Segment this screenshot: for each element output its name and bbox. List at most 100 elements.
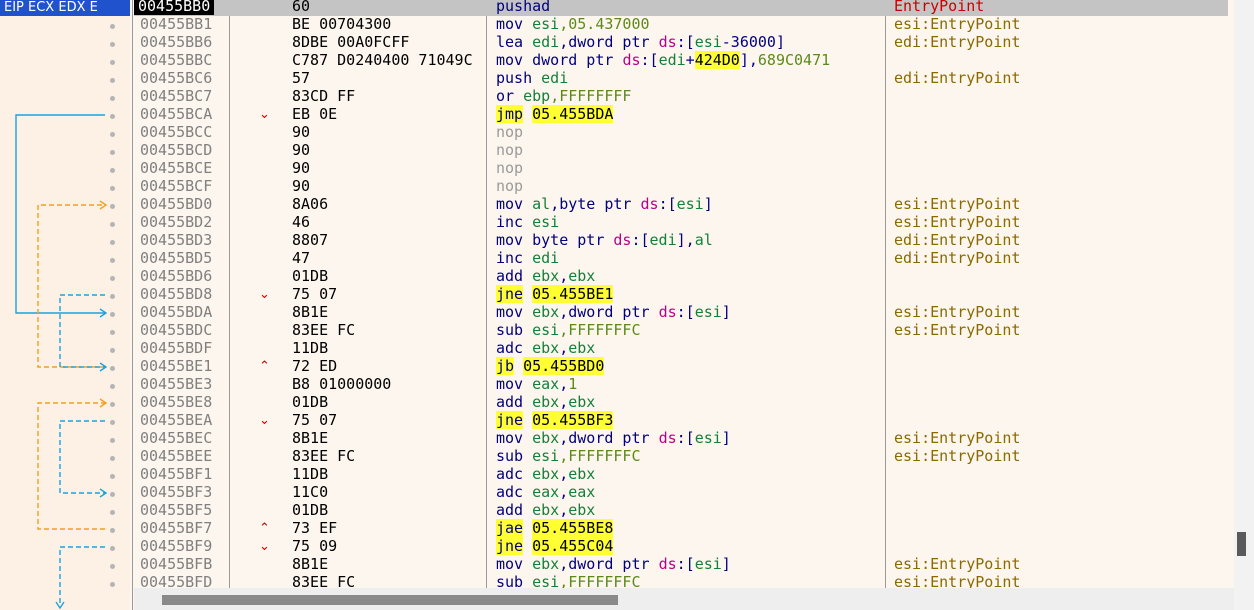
instruction-row[interactable]: 00455BCC 90 nop	[134, 124, 1228, 142]
breakpoint-dot[interactable]	[110, 330, 115, 335]
breakpoint-dot[interactable]	[110, 564, 115, 569]
vertical-scrollbar-thumb[interactable]	[1237, 532, 1246, 556]
breakpoint-dot[interactable]	[110, 96, 115, 101]
breakpoint-dot[interactable]	[110, 420, 115, 425]
breakpoint-dot[interactable]	[110, 582, 115, 587]
instruction-row[interactable]: 00455BBC C787 D0240400 71049C mov dword pt…	[134, 51, 1228, 70]
comment: esi:EntryPoint	[894, 555, 1021, 573]
breakpoint-dot[interactable]	[110, 456, 115, 461]
jump-down-icon: ⌄	[259, 413, 270, 428]
breakpoint-dot[interactable]	[110, 258, 115, 263]
instruction-row[interactable]: 00455BEE 83EE FC sub esi,FFFFFFFC esi:Entry…	[134, 448, 1228, 466]
opcode-bytes: 75 07	[292, 411, 338, 429]
breakpoint-dot[interactable]	[110, 150, 115, 155]
instruction-row[interactable]: 00455BD3 8807 mov byte ptr ds:[edi],al edi:…	[134, 232, 1228, 250]
instruction-row[interactable]: 00455BEA 75 07 ⌄ jne 05.455BF3	[134, 411, 1228, 430]
instruction-row[interactable]: 00455BF1 11DB adc ebx,ebx	[134, 466, 1228, 484]
disassembly-text: mov eax,1	[496, 375, 578, 393]
instruction-row[interactable]: 00455BD2 46 inc esi esi:EntryPoint	[134, 214, 1228, 232]
opcode-bytes: 75 07	[292, 285, 338, 303]
instruction-row[interactable]: 00455BE1 72 ED ⌃ jb 05.455BD0	[134, 357, 1228, 376]
instruction-row[interactable]: 00455BF3 11C0 adc eax,eax	[134, 484, 1228, 502]
comment: edi:EntryPoint	[894, 69, 1021, 87]
breakpoint-dot[interactable]	[110, 276, 115, 281]
breakpoint-dot[interactable]	[110, 402, 115, 407]
instruction-row[interactable]: 00455BE3 B8 01000000 mov eax,1	[134, 376, 1228, 394]
disassembly-text: mov ebx,dword ptr ds:[esi]	[496, 555, 731, 573]
jump-lines	[15, 114, 108, 610]
instruction-row[interactable]: 00455BD0 8A06 mov al,byte ptr ds:[esi] esi:…	[134, 196, 1228, 214]
disassembly-text: inc esi	[496, 213, 560, 231]
breakpoint-dot[interactable]	[110, 42, 115, 47]
breakpoint-dot[interactable]	[110, 186, 115, 191]
comment: esi:EntryPoint	[894, 15, 1021, 33]
instruction-row[interactable]: 00455BCE 90 nop	[134, 160, 1228, 178]
disassembly-text: nop	[496, 159, 524, 177]
disassembly-text: nop	[496, 141, 524, 159]
opcode-bytes: 8B1E	[292, 555, 329, 573]
breakpoint-dot[interactable]	[110, 60, 115, 65]
vertical-scrollbar[interactable]	[1234, 0, 1254, 610]
instruction-row[interactable]: 00455BCA EB 0E ⌄ jmp 05.455BDA	[134, 105, 1228, 124]
breakpoint-dot[interactable]	[110, 492, 115, 497]
breakpoint-dot[interactable]	[110, 222, 115, 227]
breakpoint-dot[interactable]	[110, 24, 115, 29]
breakpoint-dot[interactable]	[110, 78, 115, 83]
instruction-row[interactable]: 00455BD6 01DB add ebx,ebx	[134, 268, 1228, 286]
breakpoint-dot[interactable]	[110, 348, 115, 353]
instruction-row[interactable]: 00455BB0 60 pushad EntryPoint	[134, 0, 1228, 16]
instruction-row[interactable]: 00455BCF 90 nop	[134, 178, 1228, 196]
breakpoint-dot[interactable]	[110, 132, 115, 137]
instruction-row[interactable]: 00455BDF 11DB adc ebx,ebx	[134, 340, 1228, 358]
opcode-bytes: 8B1E	[292, 429, 329, 447]
breakpoint-dot[interactable]	[110, 384, 115, 389]
gutter-separator	[132, 0, 133, 610]
instruction-row[interactable]: 00455BDA 8B1E mov ebx,dword ptr ds:[esi] es…	[134, 304, 1228, 322]
breakpoint-dot[interactable]	[110, 438, 115, 443]
breakpoint-dot[interactable]	[110, 114, 115, 119]
disassembly-text: adc eax,eax	[496, 483, 596, 501]
instruction-row[interactable]: 00455BEC 8B1E mov ebx,dword ptr ds:[esi] es…	[134, 430, 1228, 448]
horizontal-scrollbar-thumb[interactable]	[162, 595, 618, 605]
instruction-row[interactable]: 00455BFB 8B1E mov ebx,dword ptr ds:[esi] es…	[134, 556, 1228, 574]
opcode-bytes: 47	[292, 249, 311, 267]
comment: esi:EntryPoint	[894, 429, 1021, 447]
instruction-row[interactable]: 00455BF7 73 EF ⌃ jae 05.455BE8	[134, 519, 1228, 538]
jump-down-icon: ⌄	[259, 287, 270, 302]
breakpoint-dot[interactable]	[110, 528, 115, 533]
breakpoint-dot[interactable]	[110, 168, 115, 173]
instruction-row[interactable]: 00455BB6 8DBE 00A0FCFF lea edi,dword ptr d…	[134, 34, 1228, 52]
breakpoint-dot[interactable]	[110, 312, 115, 317]
instruction-row[interactable]: 00455BC6 57 push edi edi:EntryPoint	[134, 70, 1228, 88]
opcode-bytes: 8807	[292, 231, 329, 249]
address: 00455BF9	[140, 537, 213, 555]
breakpoint-dot[interactable]	[110, 474, 115, 479]
breakpoint-dot[interactable]	[110, 240, 115, 245]
breakpoint-dot[interactable]	[110, 294, 115, 299]
instruction-row[interactable]: 00455BD8 75 07 ⌄ jne 05.455BE1	[134, 285, 1228, 304]
instruction-row[interactable]: 00455BCD 90 nop	[134, 142, 1228, 160]
breakpoint-dot[interactable]	[110, 366, 115, 371]
opcode-bytes: 11DB	[292, 339, 329, 357]
opcode-bytes: 90	[292, 177, 311, 195]
breakpoint-dot[interactable]	[110, 546, 115, 551]
disassembly-text: jne 05.455C04	[496, 537, 614, 555]
instruction-row[interactable]: 00455BC7 83CD FF or ebp,FFFFFFFF	[134, 88, 1228, 106]
instruction-row[interactable]: 00455BDC 83EE FC sub esi,FFFFFFFC esi:Entry…	[134, 322, 1228, 340]
instruction-row[interactable]: 00455BE8 01DB add ebx,ebx	[134, 394, 1228, 412]
breakpoint-dot[interactable]	[110, 510, 115, 515]
disassembly-text: mov dword ptr ds:[edi+424D0],689C0471	[496, 51, 831, 69]
breakpoint-dot[interactable]	[110, 204, 115, 209]
instruction-row[interactable]: 00455BF9 75 09 ⌄ jne 05.455C04	[134, 537, 1228, 556]
opcode-bytes: 8A06	[292, 195, 329, 213]
address: 00455BC7	[140, 87, 213, 105]
opcode-bytes: 8B1E	[292, 303, 329, 321]
disassembly-text: nop	[496, 123, 524, 141]
instruction-row[interactable]: 00455BD5 47 inc edi edi:EntryPoint	[134, 250, 1228, 268]
instruction-row[interactable]: 00455BF5 01DB add ebx,ebx	[134, 502, 1228, 520]
address: 00455BE3	[140, 375, 213, 393]
jump-up-icon: ⌃	[259, 521, 270, 536]
comment: esi:EntryPoint	[894, 213, 1021, 231]
instruction-row[interactable]: 00455BB1 BE 00704300 mov esi,05.437000 esi:…	[134, 16, 1228, 34]
comment: esi:EntryPoint	[894, 195, 1021, 213]
